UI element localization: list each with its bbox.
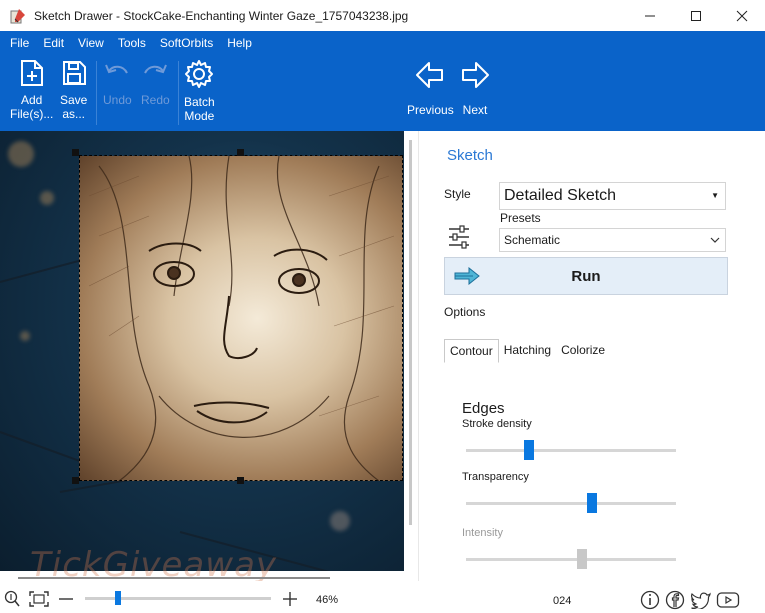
previous-label: Previous [407,103,454,117]
undo-icon [105,64,129,74]
toolbar-divider [178,61,179,125]
arrow-right-icon [462,62,489,88]
slider-label: Transparency [462,471,529,483]
add-files-label-1: Add [20,93,43,107]
tab-contour[interactable]: Contour [444,339,499,363]
presets-dropdown[interactable]: Schematic [499,228,726,252]
options-label: Options [444,305,486,319]
slider-thumb[interactable] [576,549,587,569]
slider-track[interactable] [466,502,676,505]
menu-help[interactable]: Help [227,36,252,50]
menu-edit[interactable]: Edit [43,36,64,50]
save-as-label-1: Save [60,93,88,107]
zoom-out-icon[interactable] [58,592,74,606]
fit-to-screen-icon[interactable] [28,590,50,608]
image-counter: 024 [553,595,572,607]
toolbar-divider [96,61,97,125]
title-bar: Sketch Drawer - StockCake-Enchanting Win… [0,0,765,31]
zoom-slider-track[interactable] [85,597,271,600]
style-dropdown[interactable]: Detailed Sketch ▼ [499,182,726,210]
add-files-label-2: File(s)... [10,107,54,121]
save-icon [62,61,86,85]
zoom-fit-icon[interactable] [4,590,20,608]
maximize-button[interactable] [673,0,719,31]
previous-button[interactable]: Previous [407,61,454,117]
menu-view[interactable]: View [78,36,104,50]
dropdown-arrow-icon: ▼ [711,191,719,200]
youtube-icon[interactable] [716,591,740,609]
menu-softorbits[interactable]: SoftOrbits [160,36,213,50]
bokeh-light [330,511,350,531]
app-icon [10,8,25,23]
menu-file[interactable]: File [10,36,29,50]
maximize-icon [691,10,701,21]
add-file-icon [20,60,43,86]
facebook-icon[interactable] [665,590,685,610]
options-tabs: Contour Hatching Colorize [444,339,610,363]
zoom-slider-thumb[interactable] [115,591,122,605]
twitter-icon[interactable] [690,591,712,609]
presets-label: Presets [500,211,541,225]
tab-colorize[interactable]: Colorize [556,339,610,363]
redo-label: Redo [141,93,170,107]
redo-button[interactable]: Redo [141,59,170,107]
menu-bar: File Edit View Tools SoftOrbits Help [0,31,765,55]
minimize-button[interactable] [627,0,673,31]
watermark: TickGiveaway [30,545,278,585]
horizontal-scrollbar[interactable] [18,577,330,579]
bokeh-light [8,141,34,167]
arrow-left-icon [416,62,444,88]
bokeh-light [20,331,30,341]
slider-thumb[interactable] [587,493,597,513]
batch-label-1: Batch [184,95,215,109]
resize-handle-top[interactable] [237,149,244,156]
slider-track[interactable] [466,558,676,561]
chevron-down-icon [710,237,720,243]
slider-label: Intensity [462,527,503,539]
run-label: Run [571,267,601,285]
window-title: Sketch Drawer - StockCake-Enchanting Win… [34,8,409,23]
undo-button[interactable]: Undo [103,59,132,107]
tab-hatching[interactable]: Hatching [499,339,556,363]
toolbar: Add File(s)... Save as... Undo Redo Batc… [0,55,765,131]
image-canvas[interactable] [0,131,404,571]
style-label: Style [444,187,471,201]
save-as-button[interactable]: Save as... [60,59,87,121]
resize-handle-bottom[interactable] [237,477,244,484]
zoom-level: 46% [316,594,339,606]
next-button[interactable]: Next [460,61,490,117]
gear-icon [185,60,214,88]
zoom-in-icon[interactable] [282,591,298,607]
presets-sliders-icon [449,225,469,249]
batch-label-2: Mode [184,109,215,123]
undo-label: Undo [103,93,132,107]
menu-tools[interactable]: Tools [118,36,146,50]
bokeh-light [40,191,54,205]
save-as-label-2: as... [62,107,86,121]
slider-label: Stroke density [462,418,532,430]
redo-icon [144,64,168,74]
vertical-scrollbar[interactable] [409,140,412,525]
slider-thumb[interactable] [524,440,534,460]
panel-title: Sketch [447,147,493,164]
slider-track[interactable] [466,449,676,452]
run-button[interactable]: Run [444,257,728,295]
style-value: Detailed Sketch [504,187,617,204]
next-label: Next [462,103,488,117]
info-icon[interactable] [640,590,660,610]
resize-handle-bottom-left[interactable] [72,477,79,484]
run-arrow-icon [454,267,480,285]
presets-value: Schematic [504,233,561,247]
close-icon [736,10,748,21]
minimize-icon [645,15,655,16]
resize-handle-top-left[interactable] [72,149,79,156]
selection-rectangle[interactable] [79,155,403,481]
section-title-edges: Edges [462,400,505,417]
add-files-button[interactable]: Add File(s)... [10,59,53,121]
close-button[interactable] [719,0,765,31]
batch-mode-button[interactable]: Batch Mode [184,59,215,123]
